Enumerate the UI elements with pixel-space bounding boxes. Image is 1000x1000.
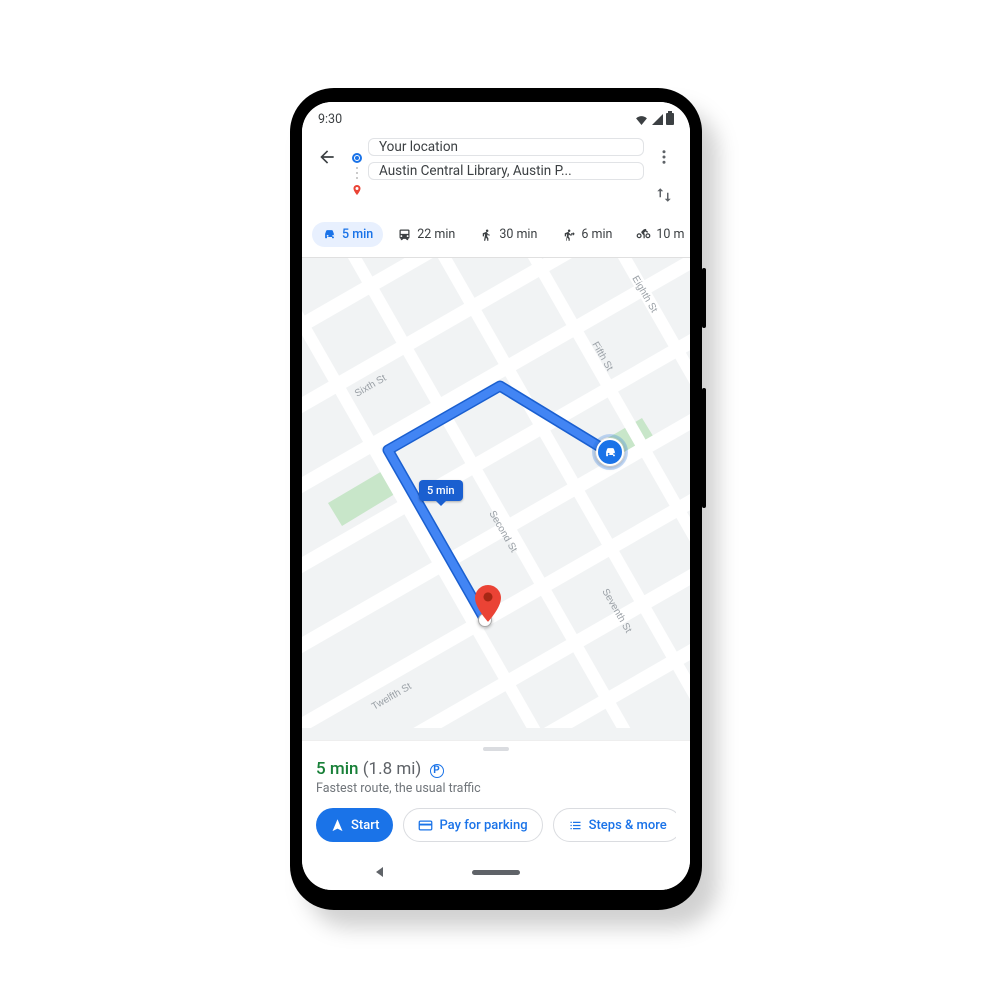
steps-label: Steps & more — [589, 818, 667, 833]
navigate-icon — [330, 818, 345, 833]
cell-signal-icon — [652, 114, 663, 125]
list-icon — [568, 818, 583, 833]
system-back-button[interactable] — [376, 867, 383, 877]
summary-time: 5 min — [316, 759, 359, 779]
origin-field[interactable]: Your location — [368, 138, 644, 156]
rideshare-icon — [561, 227, 576, 242]
destination-pin-icon — [351, 183, 363, 197]
route-summary: 5 min (1.8 mi) P — [316, 759, 676, 779]
bike-icon — [636, 227, 651, 242]
mode-walk[interactable]: 30 min — [469, 222, 547, 247]
summary-subtitle: Fastest route, the usual traffic — [316, 781, 676, 796]
battery-icon — [666, 113, 674, 125]
mode-rideshare[interactable]: 6 min — [551, 222, 622, 247]
volume-button — [702, 388, 706, 508]
status-bar: 9:30 — [302, 102, 690, 136]
car-icon — [603, 445, 618, 460]
mode-bike-label: 10 m — [656, 227, 684, 242]
mode-rideshare-label: 6 min — [581, 227, 612, 242]
directions-panel: Your location Austin Central Library, Au… — [302, 136, 690, 258]
walk-icon — [479, 227, 494, 242]
parking-badge: P — [430, 764, 444, 778]
drag-handle[interactable] — [483, 747, 509, 751]
steps-and-more-button[interactable]: Steps & more — [553, 808, 676, 842]
start-navigation-button[interactable]: Start — [316, 808, 393, 842]
system-home-pill[interactable] — [472, 870, 520, 875]
start-label: Start — [351, 818, 379, 833]
mode-drive-label: 5 min — [342, 227, 373, 242]
transit-icon — [397, 227, 412, 242]
route-time-badge: 5 min — [419, 480, 463, 501]
mode-transit[interactable]: 22 min — [387, 222, 465, 247]
swap-endpoints-button[interactable] — [645, 176, 683, 214]
start-marker[interactable] — [596, 438, 624, 466]
pay-for-parking-button[interactable]: Pay for parking — [403, 808, 542, 842]
destination-pin[interactable] — [475, 585, 501, 619]
car-icon — [322, 227, 337, 242]
mode-drive[interactable]: 5 min — [312, 222, 383, 247]
phone-frame: 9:30 — [290, 88, 702, 910]
card-icon — [418, 818, 433, 833]
status-time: 9:30 — [318, 112, 342, 127]
map-canvas[interactable]: Eighth St Fifth St Sixth St Second St Se… — [302, 258, 690, 740]
travel-mode-tabs: 5 min 22 min 30 min 6 min — [306, 214, 684, 251]
route-summary-sheet[interactable]: 5 min (1.8 mi) P Fastest route, the usua… — [302, 740, 690, 854]
system-nav-bar — [302, 854, 690, 890]
more-options-button[interactable] — [645, 138, 683, 176]
mode-transit-label: 22 min — [417, 227, 455, 242]
wifi-icon — [634, 113, 649, 125]
summary-distance: (1.8 mi) — [363, 759, 422, 779]
destination-field[interactable]: Austin Central Library, Austin P... — [368, 162, 644, 180]
mode-bike[interactable]: 10 m — [626, 222, 684, 247]
back-button[interactable] — [308, 138, 346, 176]
pay-label: Pay for parking — [439, 818, 527, 833]
route-endpoints-icon — [348, 138, 366, 197]
mode-walk-label: 30 min — [499, 227, 537, 242]
power-button — [702, 268, 706, 328]
